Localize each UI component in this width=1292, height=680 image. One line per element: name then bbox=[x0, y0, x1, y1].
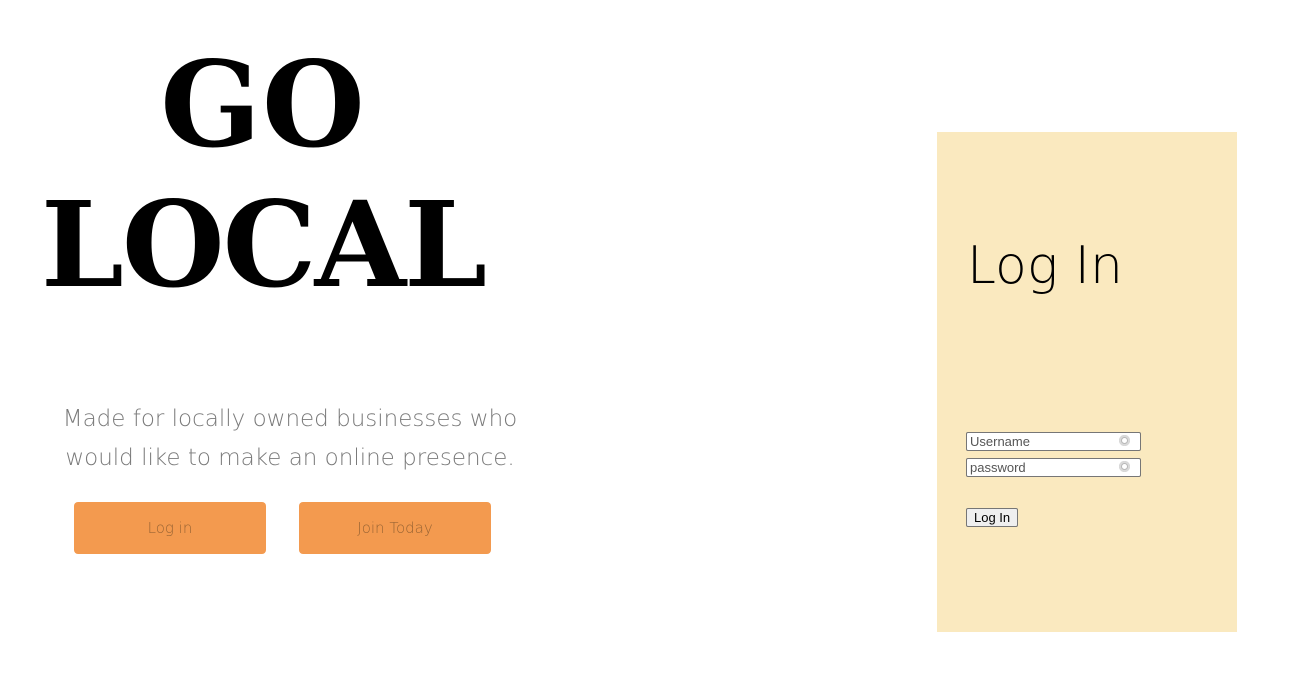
hero-tagline: Made for locally owned businesses who wo… bbox=[62, 406, 518, 471]
login-panel-title: Log In bbox=[967, 236, 1123, 296]
password-input[interactable] bbox=[967, 459, 1120, 476]
username-field bbox=[966, 432, 1141, 451]
hero-login-button[interactable]: Log in bbox=[74, 502, 266, 554]
login-submit-button[interactable]: Log In bbox=[966, 508, 1019, 527]
login-panel: Log In Log In bbox=[937, 132, 1237, 632]
password-manager-key-icon[interactable] bbox=[1119, 435, 1130, 446]
brand-title-line2: LOCAL bbox=[40, 175, 487, 314]
password-field bbox=[966, 458, 1141, 477]
username-input[interactable] bbox=[967, 433, 1120, 450]
password-manager-key-icon[interactable] bbox=[1119, 461, 1130, 472]
brand-title-line1: GO bbox=[160, 35, 366, 174]
brand-logo: GO LOCAL bbox=[0, 46, 526, 304]
join-today-button[interactable]: Join Today bbox=[299, 502, 491, 554]
